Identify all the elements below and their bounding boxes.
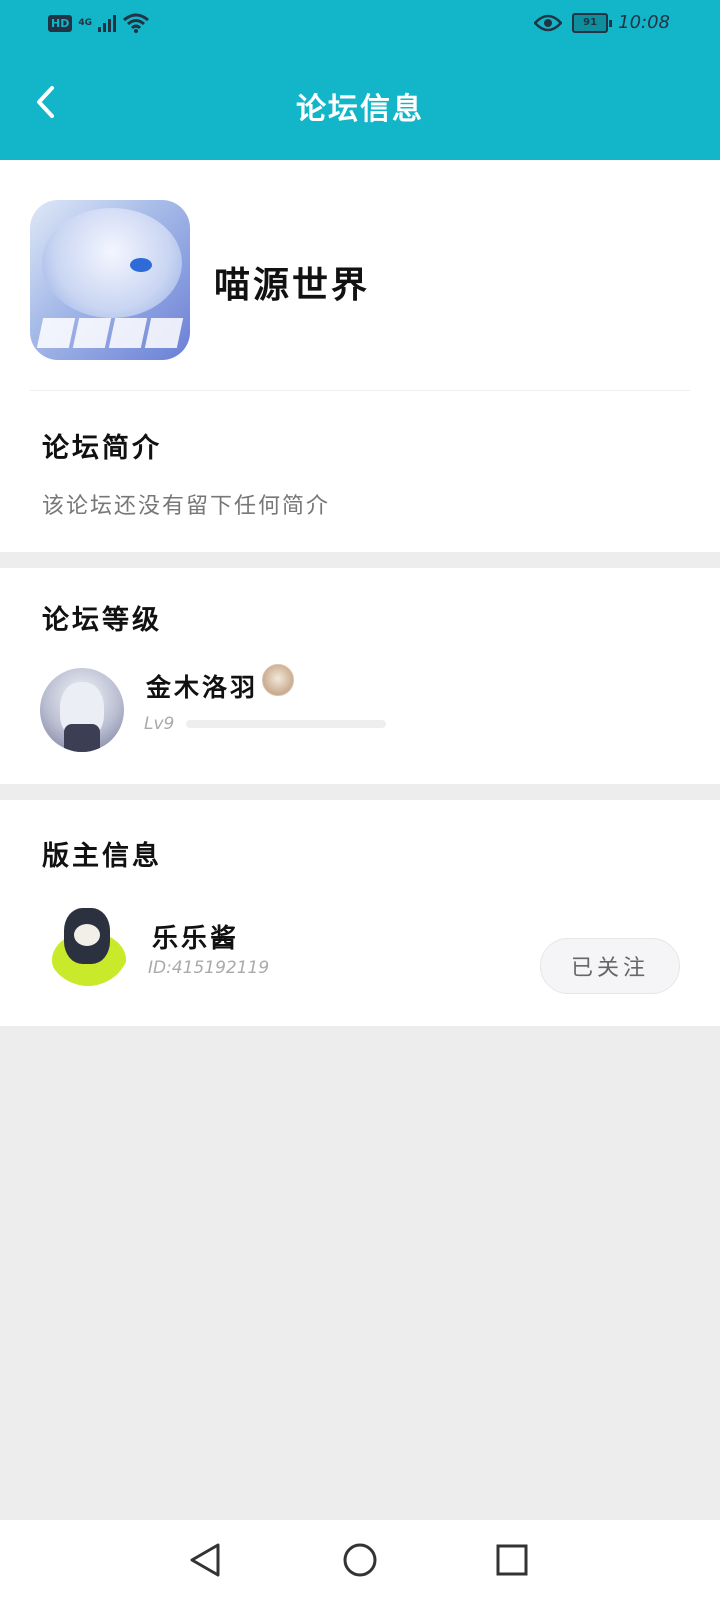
user-badge-icon xyxy=(262,664,294,696)
wifi-icon xyxy=(123,13,149,33)
follow-button[interactable]: 已关注 xyxy=(540,938,680,994)
status-left: HD 4G xyxy=(48,12,150,34)
level-section-title: 论坛等级 xyxy=(42,605,162,636)
system-nav-bar xyxy=(0,1520,720,1600)
status-right: 91 10:08 xyxy=(534,12,670,33)
status-bar: HD 4G 91 10:08 xyxy=(0,0,720,50)
forum-avatar xyxy=(30,200,190,360)
moderator-name[interactable]: 乐乐酱 xyxy=(152,918,239,955)
forum-level-card: 论坛等级 金木洛羽 Lv9 xyxy=(0,568,720,784)
level-progress-bar xyxy=(186,720,386,728)
divider xyxy=(30,390,690,391)
moderator-section-title: 版主信息 xyxy=(42,841,162,872)
moderator-card: 版主信息 乐乐酱 ID:415192119 已关注 xyxy=(0,800,720,1026)
forum-name: 喵源世界 xyxy=(214,264,371,306)
signal-icon xyxy=(98,14,116,32)
hd-indicator: HD xyxy=(48,14,73,32)
intro-text: 该论坛还没有留下任何简介 xyxy=(42,494,331,519)
app-header: HD 4G 91 10:08 论坛信息 xyxy=(0,0,720,160)
eye-icon xyxy=(534,14,563,31)
nav-home-button[interactable] xyxy=(335,1538,385,1582)
moderator-avatar[interactable] xyxy=(46,902,130,986)
intro-section-title: 论坛简介 xyxy=(42,433,162,464)
moderator-id: ID:415192119 xyxy=(148,958,270,978)
level-label: Lv9 xyxy=(144,714,175,734)
battery-level: 91 xyxy=(583,17,598,28)
page-title: 论坛信息 xyxy=(296,92,424,127)
back-triangle-icon xyxy=(190,1543,220,1577)
recent-square-icon xyxy=(496,1544,528,1576)
avatar[interactable] xyxy=(40,668,124,752)
level-user-name[interactable]: 金木洛羽 xyxy=(146,668,258,704)
battery-icon: 91 xyxy=(572,12,613,33)
home-circle-icon xyxy=(343,1543,377,1577)
nav-recent-button[interactable] xyxy=(487,1538,537,1582)
forum-info-card: 喵源世界 论坛简介 该论坛还没有留下任何简介 xyxy=(0,160,720,552)
network-indicator: 4G xyxy=(78,17,92,28)
network-type-label: 4G xyxy=(78,17,92,28)
status-time: 10:08 xyxy=(618,12,670,33)
nav-back-button[interactable] xyxy=(180,1538,230,1582)
forum-logo xyxy=(36,318,184,348)
